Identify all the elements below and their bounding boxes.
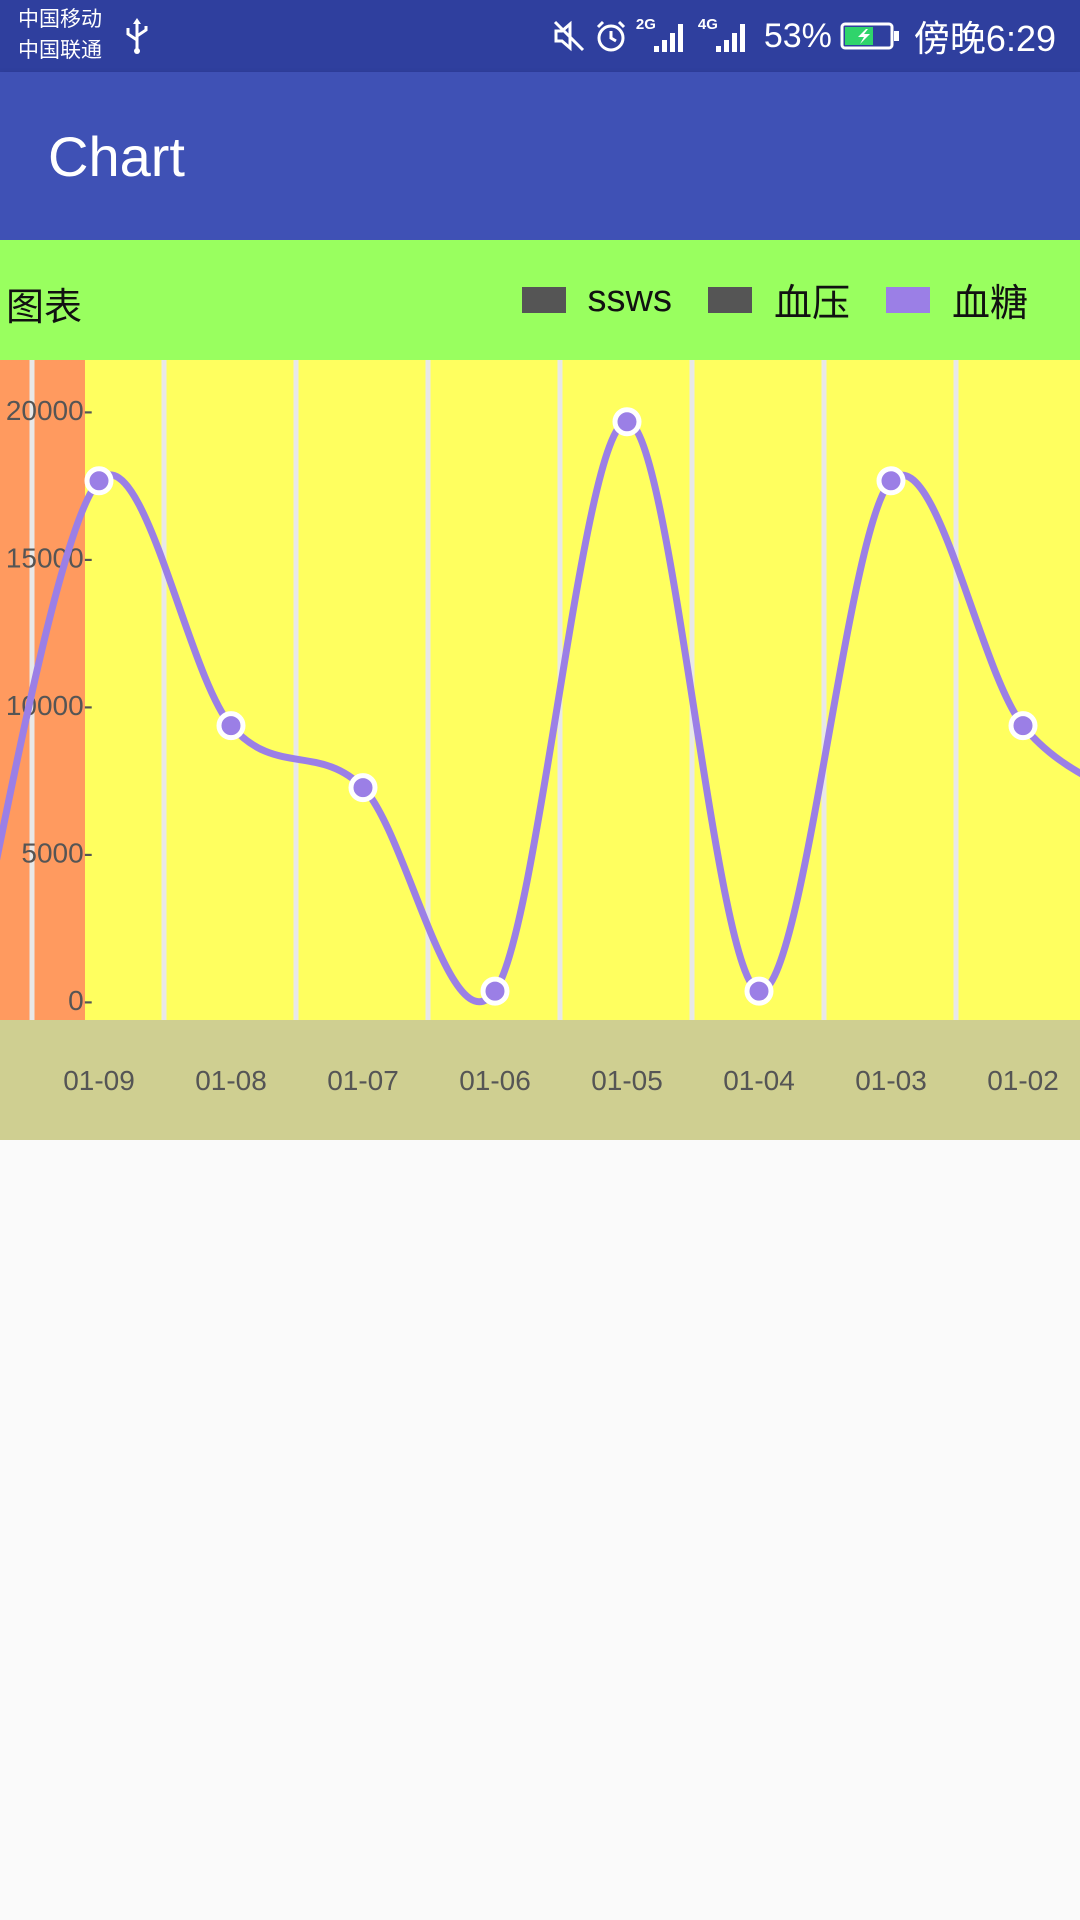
legend-item-ssws: ssws	[521, 278, 672, 321]
legend-label: 血糖	[951, 283, 1028, 325]
battery-icon	[840, 22, 899, 50]
page-title: Chart	[48, 125, 185, 188]
legend-label: ssws	[587, 278, 672, 320]
status-bar: 中国移动 中国联通 2G 4G 53% 傍晚6:29	[0, 0, 1080, 72]
x-axis-band	[0, 1020, 1080, 1140]
app-bar: Chart	[0, 72, 1080, 240]
legend-swatch	[707, 286, 752, 313]
carrier-2: 中国联通	[18, 39, 102, 62]
usb-icon	[126, 18, 148, 54]
mute-icon	[553, 20, 584, 52]
chart-legend: ssws 血压 血糖	[508, 272, 1028, 327]
chart-header: 图表 ssws 血压 血糖	[0, 240, 1080, 360]
clock: 傍晚6:29	[913, 18, 1056, 59]
alarm-icon	[596, 20, 625, 52]
legend-label: 血压	[773, 283, 850, 325]
legend-swatch	[885, 286, 930, 313]
signal-icon: 4G	[698, 16, 752, 54]
battery-percent: 53%	[763, 16, 832, 55]
carrier-1: 中国移动	[18, 8, 102, 31]
chart-plot-area[interactable]	[0, 360, 1080, 1020]
chart-title: 图表	[6, 287, 83, 329]
signal-icon: 2G	[636, 16, 690, 54]
legend-item-blood-sugar: 血糖	[885, 272, 1028, 327]
legend-swatch	[521, 286, 566, 313]
legend-item-blood-pressure: 血压	[707, 272, 850, 327]
